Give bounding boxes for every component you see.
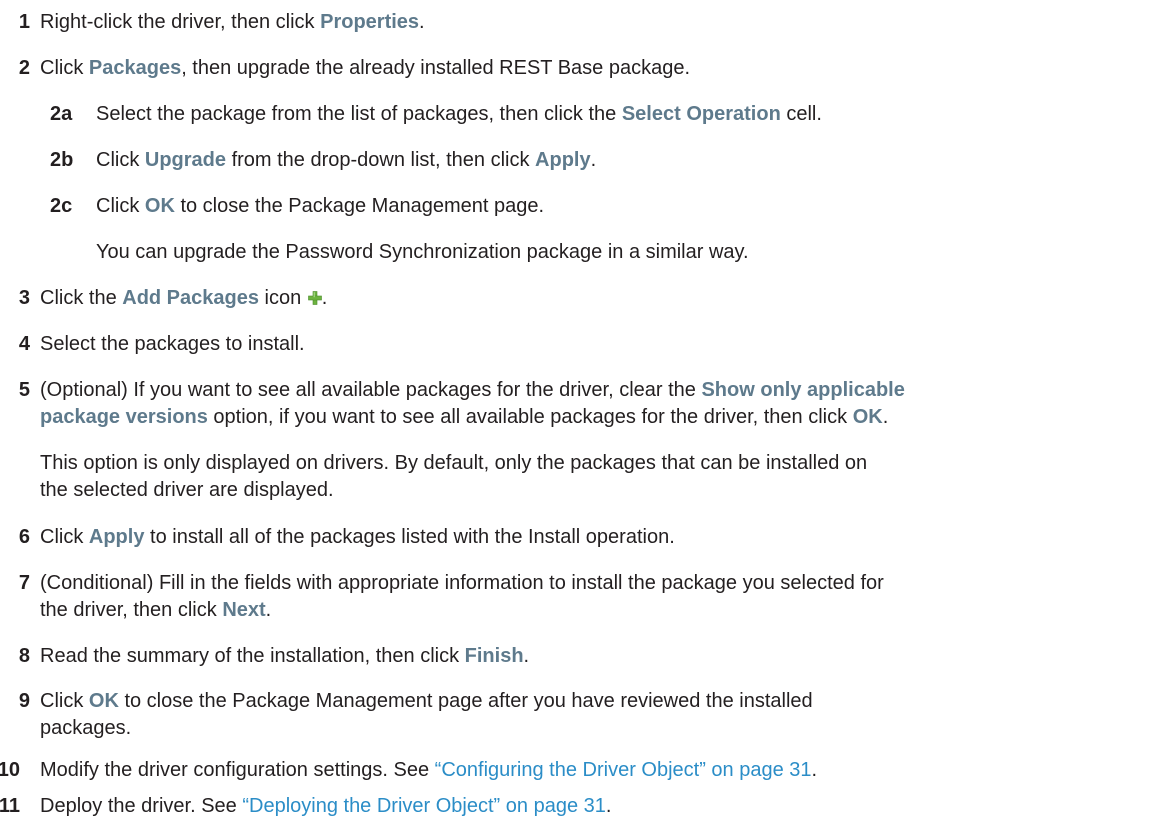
text-run: .: [605, 795, 612, 817]
text-run: to install all of the packages listed wi…: [144, 525, 675, 548]
ui-term-next: Next: [222, 598, 266, 621]
step-number: 2: [18, 57, 30, 80]
text-run: Click: [96, 148, 145, 171]
step-number: 3: [18, 287, 30, 310]
text-run: (Optional) If you want to see all availa…: [40, 379, 702, 401]
ui-term-upgrade: Upgrade: [144, 148, 227, 171]
step-text-line-2: package versions option, if you want to …: [40, 401, 888, 433]
step-number: 7: [18, 571, 30, 594]
text-run: to close the Package Management page.: [174, 194, 545, 217]
text-run: Modify the driver configuration settings…: [40, 759, 435, 781]
text-run: .: [523, 644, 530, 667]
step-text-line-2: packages.: [40, 717, 132, 740]
step-text: Click Upgrade from the drop-down list, t…: [96, 144, 596, 176]
step-text: Read the summary of the installation, th…: [40, 640, 529, 672]
text-run: Click: [40, 525, 89, 548]
step-text: Right-click the driver, then click Prope…: [40, 6, 425, 38]
text-run: Select the package from the list of pack…: [96, 103, 622, 126]
step-text: Select the packages to install.: [40, 333, 305, 356]
step-text: Click Packages, then upgrade the already…: [40, 52, 690, 84]
step-text: Click the Add Packages icon .: [40, 282, 327, 314]
text-run: Click: [40, 690, 89, 713]
ui-term-package-versions: package versions: [40, 406, 208, 429]
step-text: Click OK to close the Package Management…: [96, 190, 544, 222]
link-deploying-driver-object[interactable]: “Deploying the Driver Object” on page 31: [242, 795, 606, 817]
ui-term-finish: Finish: [464, 644, 524, 667]
text-run: .: [882, 406, 889, 429]
text-run: icon: [258, 287, 307, 310]
ui-term-apply: Apply: [535, 148, 591, 171]
step-text-line-2: the driver, then click Next.: [40, 594, 271, 626]
text-run: the driver, then click: [40, 598, 223, 621]
ui-term-show-only-applicable: Show only applicable: [701, 379, 905, 401]
text-run: option, if you want to see all available…: [207, 406, 853, 429]
step-5-note-line-2: the selected driver are displayed.: [40, 479, 334, 502]
text-run: to close the Package Management page aft…: [118, 690, 813, 713]
step-text-line-1: Click OK to close the Package Management…: [40, 685, 813, 717]
step-number: 9: [18, 690, 30, 713]
step-number: 5: [18, 379, 30, 401]
step-text: Modify the driver configuration settings…: [40, 754, 817, 786]
text-run: .: [419, 10, 425, 33]
step-2c-note: You can upgrade the Password Synchroniza…: [96, 240, 749, 263]
ui-term-select-operation: Select Operation: [621, 103, 781, 126]
ui-term-ok: OK: [852, 406, 883, 429]
text-run: .: [265, 598, 272, 621]
ui-term-packages: Packages: [88, 57, 182, 80]
link-configuring-driver-object[interactable]: “Configuring the Driver Object” on page …: [435, 759, 812, 781]
plus-icon: [307, 291, 322, 306]
step-text: Deploy the driver. See “Deploying the Dr…: [40, 790, 611, 822]
text-run: cell.: [780, 103, 822, 126]
text-run: from the drop-down list, then click: [226, 148, 536, 171]
step-number: 6: [18, 525, 30, 548]
text-run: Click: [96, 194, 145, 217]
ui-term-ok: OK: [88, 690, 119, 713]
text-run: Read the summary of the installation, th…: [40, 644, 465, 667]
text-run: , then upgrade the already installed RES…: [181, 57, 691, 80]
text-run: .: [811, 759, 818, 781]
step-number: 8: [18, 644, 30, 667]
ui-term-add-packages: Add Packages: [122, 287, 259, 310]
text-run: Right-click the driver, then click: [40, 10, 321, 33]
ui-term-apply: Apply: [88, 525, 145, 548]
text-run: Click: [40, 57, 89, 80]
ui-term-properties: Properties: [320, 10, 420, 33]
step-number: 1: [18, 10, 30, 33]
step-text: Select the package from the list of pack…: [96, 98, 822, 130]
document-page: 1 Right-click the driver, then click Pro…: [0, 0, 1165, 823]
text-run: .: [321, 287, 328, 310]
step-number: 11: [0, 795, 20, 817]
step-text: Click Apply to install all of the packag…: [40, 521, 675, 553]
step-number: 4: [18, 333, 30, 356]
ui-term-ok: OK: [144, 194, 175, 217]
step-number: 10: [0, 759, 20, 781]
text-run: .: [590, 148, 597, 171]
text-run: Click the: [40, 287, 123, 310]
text-run: Deploy the driver. See: [40, 795, 243, 817]
